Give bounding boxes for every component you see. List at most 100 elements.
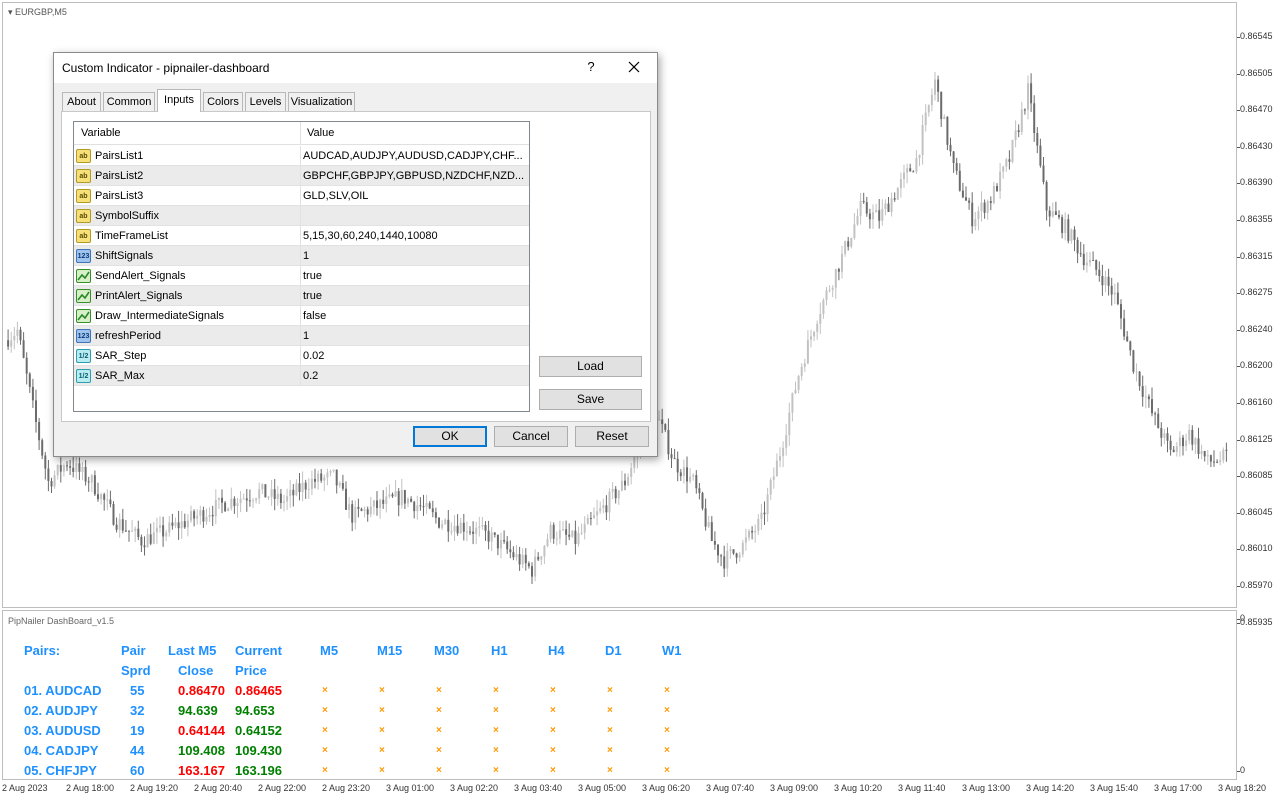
input-row[interactable]: PrintAlert_Signals true (74, 286, 529, 306)
header-close: Close (178, 663, 214, 678)
candle (710, 516, 713, 542)
candle (273, 479, 276, 511)
candle-body (940, 91, 943, 120)
candle (289, 479, 292, 508)
candle (75, 455, 78, 480)
candle (806, 330, 809, 365)
candle-body (1045, 181, 1048, 211)
candle-body (289, 489, 292, 497)
candle (1008, 150, 1011, 170)
input-row[interactable]: SendAlert_Signals true (74, 266, 529, 286)
input-row[interactable]: 1/2 SAR_Step 0.02 (74, 346, 529, 366)
input-value-cell[interactable]: 0.2 (303, 370, 525, 382)
candle-body (506, 541, 509, 550)
candle (611, 482, 614, 500)
candle-body (558, 530, 561, 539)
column-divider[interactable] (300, 122, 301, 145)
candle (543, 544, 546, 564)
candle (1045, 180, 1048, 221)
candle-body (1005, 159, 1008, 167)
candle-body (31, 386, 34, 401)
input-value-cell[interactable]: GLD,SLV,OIL (303, 190, 525, 202)
close-button[interactable] (624, 57, 644, 77)
input-value-cell[interactable]: true (303, 270, 525, 282)
candle (28, 372, 31, 393)
candle-body (87, 481, 90, 483)
input-value-cell[interactable]: 1 (303, 330, 525, 342)
candle (620, 470, 623, 492)
tab-visualization[interactable]: Visualization (288, 92, 355, 112)
candle-body (345, 488, 347, 510)
pair-spread: 44 (130, 743, 145, 758)
candle-body (527, 563, 530, 567)
tab-common[interactable]: Common (103, 92, 155, 112)
candle (270, 480, 273, 506)
input-value-cell[interactable]: GBPCHF,GBPJPY,GBPUSD,NZDCHF,NZD... (303, 170, 525, 182)
time-axis[interactable]: 2 Aug 2023 2 Aug 18:00 2 Aug 19:20 2 Aug 20… (0, 780, 1280, 800)
candle-body (664, 424, 667, 430)
candle-body (986, 201, 989, 213)
tab-inputs[interactable]: Inputs (157, 89, 201, 112)
column-header-value[interactable]: Value (307, 127, 334, 139)
reset-button[interactable]: Reset (575, 426, 649, 447)
candle-body (608, 491, 611, 513)
price-scale[interactable]: 0.86545 0.86505 0.86470 0.86430 0.86390 0.863… (1237, 2, 1280, 627)
signal-mark-icon: × (322, 745, 328, 756)
tab-levels[interactable]: Levels (245, 92, 286, 112)
input-row[interactable]: ab TimeFrameList 5,15,30,60,240,1440,10080 (74, 226, 529, 246)
candle (307, 478, 310, 499)
candle-body (341, 483, 344, 489)
help-button[interactable]: ? (584, 59, 598, 74)
time-tick-label: 3 Aug 14:20 (1026, 783, 1075, 793)
candle (221, 489, 223, 514)
candle-body (720, 555, 723, 557)
candle-body (980, 202, 983, 212)
time-tick-label: 3 Aug 03:40 (514, 783, 563, 793)
input-value-cell[interactable]: false (303, 310, 525, 322)
candle (1154, 411, 1157, 426)
candle (1160, 422, 1163, 447)
tab-colors[interactable]: Colors (203, 92, 243, 112)
input-value-cell[interactable]: 5,15,30,60,240,1440,10080 (303, 230, 525, 242)
cell-divider (300, 286, 301, 306)
pair-name: 04. CADJPY (24, 743, 99, 758)
input-row[interactable]: Draw_IntermediateSignals false (74, 306, 529, 326)
price-tick-label: 0.86275 (1237, 287, 1273, 298)
candle-body (961, 190, 964, 198)
candle-body (791, 393, 794, 413)
candle (382, 490, 385, 509)
candle (279, 488, 282, 509)
candle (549, 521, 552, 543)
chart-menu-triangle-icon[interactable]: ▾ (8, 7, 13, 17)
input-row[interactable]: ab PairsList3 GLD,SLV,OIL (74, 186, 529, 206)
indicator-subwindow[interactable]: PipNailer DashBoard_v1.5 Pairs: Pair Spr… (2, 610, 1237, 780)
candle-body (614, 488, 617, 499)
candle (53, 470, 56, 489)
input-row[interactable]: 123 refreshPeriod 1 (74, 326, 529, 346)
input-row[interactable]: ab PairsList2 GBPCHF,GBPJPY,GBPUSD,NZDCHF,… (74, 166, 529, 186)
candle (608, 488, 611, 522)
save-button[interactable]: Save (539, 389, 642, 410)
input-row[interactable]: 123 ShiftSignals 1 (74, 246, 529, 266)
input-value-cell[interactable]: 0.02 (303, 350, 525, 362)
input-row[interactable]: 1/2 SAR_Max 0.2 (74, 366, 529, 386)
tab-about[interactable]: About (62, 92, 101, 112)
candle-body (329, 471, 332, 473)
candle (1126, 331, 1129, 342)
dialog-titlebar[interactable]: Custom Indicator - pipnailer-dashboard ? (54, 53, 657, 83)
cancel-button[interactable]: Cancel (494, 426, 568, 447)
candle (586, 514, 589, 525)
input-row[interactable]: ab SymbolSuffix (74, 206, 529, 226)
load-button[interactable]: Load (539, 356, 642, 377)
input-value-cell[interactable]: 1 (303, 250, 525, 262)
cell-divider (300, 266, 301, 286)
candle (202, 506, 205, 528)
inputs-grid[interactable]: Variable Value ab PairsList1 AUDCAD,AUDJPY… (73, 121, 530, 412)
ok-button[interactable]: OK (413, 426, 487, 447)
input-value-cell[interactable]: AUDCAD,AUDJPY,AUDUSD,CADJPY,CHF... (303, 150, 525, 162)
input-row[interactable]: ab PairsList1 AUDCAD,AUDJPY,AUDUSD,CADJPY,… (74, 146, 529, 166)
custom-indicator-dialog[interactable]: Custom Indicator - pipnailer-dashboard ?… (53, 52, 658, 457)
input-value-cell[interactable]: true (303, 290, 525, 302)
column-header-variable[interactable]: Variable (81, 127, 121, 139)
candle (1138, 370, 1141, 391)
